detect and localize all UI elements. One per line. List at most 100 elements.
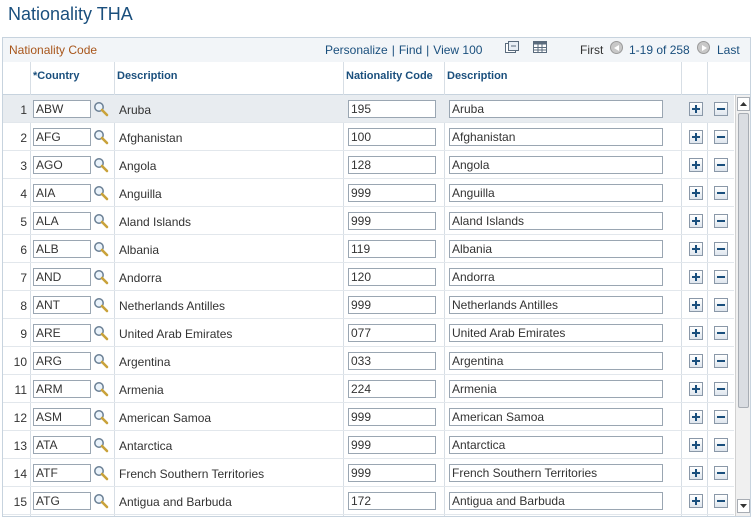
nationality-description-input[interactable]: Albania — [449, 240, 663, 258]
nationality-description-input[interactable]: Netherlands Antilles — [449, 296, 663, 314]
country-input[interactable]: AFG — [33, 128, 91, 146]
scroll-down-icon[interactable] — [737, 499, 750, 513]
scroll-up-icon[interactable] — [737, 97, 750, 111]
add-row-button[interactable] — [689, 354, 703, 368]
nationality-description-input[interactable]: Argentina — [449, 352, 663, 370]
country-input[interactable]: ATA — [33, 436, 91, 454]
nationality-description-input[interactable]: Angola — [449, 156, 663, 174]
lookup-icon[interactable] — [93, 353, 109, 369]
country-input[interactable]: ATG — [33, 492, 91, 510]
add-row-button[interactable] — [689, 298, 703, 312]
add-row-button[interactable] — [689, 270, 703, 284]
delete-row-button[interactable] — [714, 186, 728, 200]
lookup-icon[interactable] — [93, 213, 109, 229]
previous-arrow-icon[interactable] — [610, 41, 623, 54]
add-row-button[interactable] — [689, 214, 703, 228]
delete-row-button[interactable] — [714, 158, 728, 172]
delete-row-button[interactable] — [714, 214, 728, 228]
country-input[interactable]: ARM — [33, 380, 91, 398]
nationality-code-input[interactable]: 077 — [348, 324, 436, 342]
last-link[interactable]: Last — [717, 43, 740, 57]
add-row-button[interactable] — [689, 382, 703, 396]
lookup-icon[interactable] — [93, 129, 109, 145]
nationality-description-input[interactable]: American Samoa — [449, 408, 663, 426]
add-row-button[interactable] — [689, 102, 703, 116]
column-header-description-2[interactable]: Description — [447, 70, 508, 82]
add-row-button[interactable] — [689, 326, 703, 340]
find-link[interactable]: Find — [399, 43, 422, 57]
view-all-link[interactable]: View 100 — [433, 43, 482, 57]
delete-row-button[interactable] — [714, 298, 728, 312]
country-input[interactable]: AND — [33, 268, 91, 286]
country-input[interactable]: AGO — [33, 156, 91, 174]
nationality-code-input[interactable]: 999 — [348, 184, 436, 202]
add-row-button[interactable] — [689, 494, 703, 508]
lookup-icon[interactable] — [93, 297, 109, 313]
nationality-code-input[interactable]: 999 — [348, 212, 436, 230]
personalize-link[interactable]: Personalize — [325, 43, 388, 57]
add-row-button[interactable] — [689, 242, 703, 256]
nationality-code-input[interactable]: 224 — [348, 380, 436, 398]
country-input[interactable]: ABW — [33, 100, 91, 118]
spreadsheet-icon[interactable] — [533, 41, 547, 53]
column-header-nationality-code[interactable]: Nationality Code — [346, 70, 433, 82]
add-row-button[interactable] — [689, 438, 703, 452]
nationality-code-input[interactable]: 999 — [348, 464, 436, 482]
nationality-description-input[interactable]: Afghanistan — [449, 128, 663, 146]
nationality-code-input[interactable]: 119 — [348, 240, 436, 258]
add-row-button[interactable] — [689, 466, 703, 480]
lookup-icon[interactable] — [93, 241, 109, 257]
delete-row-button[interactable] — [714, 382, 728, 396]
lookup-icon[interactable] — [93, 101, 109, 117]
add-row-button[interactable] — [689, 158, 703, 172]
delete-row-button[interactable] — [714, 466, 728, 480]
country-input[interactable]: ALB — [33, 240, 91, 258]
country-input[interactable]: AIA — [33, 184, 91, 202]
nationality-description-input[interactable]: Antarctica — [449, 436, 663, 454]
nationality-description-input[interactable]: Aruba — [449, 100, 663, 118]
delete-row-button[interactable] — [714, 354, 728, 368]
next-arrow-icon[interactable] — [697, 41, 710, 54]
nationality-code-input[interactable]: 120 — [348, 268, 436, 286]
nationality-description-input[interactable]: French Southern Territories — [449, 464, 663, 482]
lookup-icon[interactable] — [93, 157, 109, 173]
delete-row-button[interactable] — [714, 130, 728, 144]
delete-row-button[interactable] — [714, 242, 728, 256]
lookup-icon[interactable] — [93, 185, 109, 201]
lookup-icon[interactable] — [93, 437, 109, 453]
add-row-button[interactable] — [689, 410, 703, 424]
delete-row-button[interactable] — [714, 494, 728, 508]
column-header-description[interactable]: Description — [117, 70, 178, 82]
nationality-description-input[interactable]: Andorra — [449, 268, 663, 286]
nationality-code-input[interactable]: 999 — [348, 436, 436, 454]
add-row-button[interactable] — [689, 186, 703, 200]
lookup-icon[interactable] — [93, 493, 109, 509]
lookup-icon[interactable] — [93, 465, 109, 481]
vertical-scrollbar[interactable] — [735, 95, 750, 516]
delete-row-button[interactable] — [714, 326, 728, 340]
lookup-icon[interactable] — [93, 409, 109, 425]
nationality-description-input[interactable]: Antigua and Barbuda — [449, 492, 663, 510]
delete-row-button[interactable] — [714, 102, 728, 116]
add-row-button[interactable] — [689, 130, 703, 144]
lookup-icon[interactable] — [93, 269, 109, 285]
delete-row-button[interactable] — [714, 270, 728, 284]
nationality-description-input[interactable]: Anguilla — [449, 184, 663, 202]
column-header-country[interactable]: *Country — [33, 70, 79, 82]
nationality-code-input[interactable]: 172 — [348, 492, 436, 510]
country-input[interactable]: ALA — [33, 212, 91, 230]
nationality-code-input[interactable]: 195 — [348, 100, 436, 118]
delete-row-button[interactable] — [714, 438, 728, 452]
nationality-code-input[interactable]: 100 — [348, 128, 436, 146]
nationality-description-input[interactable]: United Arab Emirates — [449, 324, 663, 342]
zoom-grid-icon[interactable] — [505, 41, 519, 53]
country-input[interactable]: ARG — [33, 352, 91, 370]
lookup-icon[interactable] — [93, 325, 109, 341]
lookup-icon[interactable] — [93, 381, 109, 397]
country-input[interactable]: ARE — [33, 324, 91, 342]
nationality-code-input[interactable]: 128 — [348, 156, 436, 174]
nationality-code-input[interactable]: 999 — [348, 296, 436, 314]
country-input[interactable]: ASM — [33, 408, 91, 426]
country-input[interactable]: ATF — [33, 464, 91, 482]
nationality-code-input[interactable]: 999 — [348, 408, 436, 426]
